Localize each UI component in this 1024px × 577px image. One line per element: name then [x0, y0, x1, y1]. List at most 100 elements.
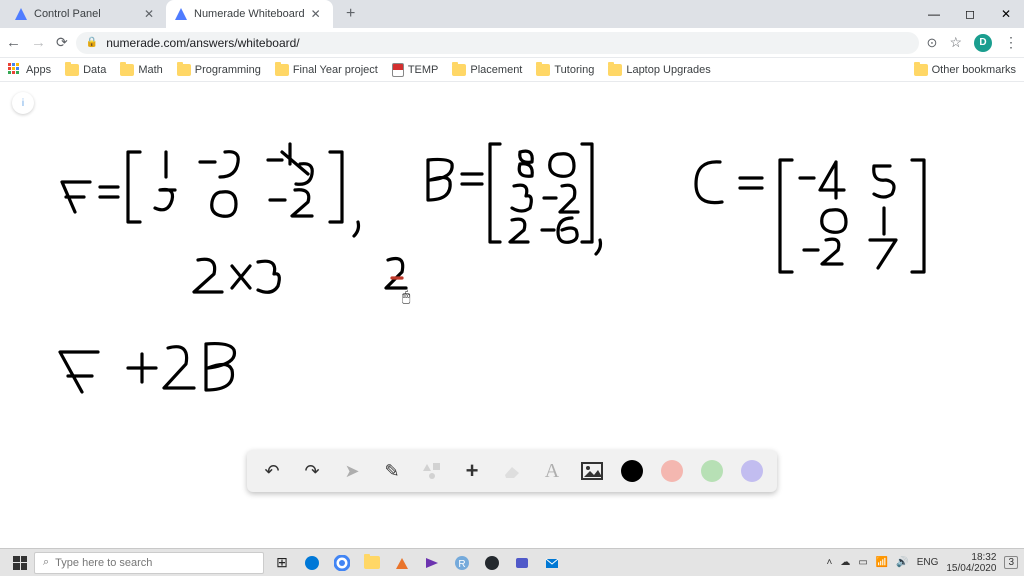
app-vscode-icon[interactable]	[418, 549, 446, 577]
other-bookmarks[interactable]: Other bookmarks	[914, 64, 1016, 76]
volume-icon[interactable]: 🔊	[896, 557, 908, 568]
search-lens-icon[interactable]: ⊙	[927, 35, 938, 51]
app-teams-icon[interactable]	[508, 549, 536, 577]
wifi-icon[interactable]: 📶	[876, 557, 888, 568]
color-swatch-purple[interactable]	[741, 460, 763, 482]
search-icon: ⌕	[43, 556, 49, 569]
windows-logo-icon	[13, 556, 27, 570]
matrix-c-rows	[800, 162, 896, 268]
add-tool[interactable]: +	[461, 460, 483, 482]
search-placeholder: Type here to search	[55, 557, 152, 569]
browser-toolbar: ← → ⟳ 🔒 numerade.com/answers/whiteboard/…	[0, 28, 1024, 58]
forward-button[interactable]: →	[31, 34, 46, 51]
onedrive-icon[interactable]: ☁	[840, 557, 850, 568]
comma	[596, 240, 601, 254]
app-github-icon[interactable]	[478, 549, 506, 577]
redo-button[interactable]: ↷	[301, 460, 323, 482]
system-tray: ˄ ☁ ▭ 📶 🔊 ENG 18:32 15/04/2020 3	[827, 552, 1019, 574]
bookmark-folder-laptop-upgrades[interactable]: Laptop Upgrades	[608, 64, 710, 76]
lock-icon: 🔒	[86, 37, 98, 48]
text-tool[interactable]: A	[541, 460, 563, 482]
new-tab-button[interactable]: +	[339, 2, 363, 26]
folder-icon	[177, 64, 191, 76]
back-button[interactable]: ←	[6, 34, 21, 51]
eraser-tool[interactable]	[501, 460, 523, 482]
folder-icon	[275, 64, 289, 76]
matrix-a-row2	[155, 189, 312, 216]
image-tool[interactable]	[581, 460, 603, 482]
app-explorer-icon[interactable]	[358, 549, 386, 577]
windows-taskbar: ⌕ Type here to search ⊞ R ˄ ☁ ▭ 📶 🔊 ENG …	[0, 548, 1024, 576]
bookmark-folder-final-year-project[interactable]: Final Year project	[275, 64, 378, 76]
bookmark-temp[interactable]: TEMP	[392, 63, 439, 77]
folder-icon	[914, 64, 928, 76]
apps-label: Apps	[26, 64, 51, 76]
svg-text:R: R	[458, 559, 465, 570]
expr-a-plus-2b	[60, 344, 234, 392]
comma	[354, 222, 359, 236]
close-icon[interactable]: ✕	[144, 8, 156, 20]
reload-button[interactable]: ⟳	[56, 34, 68, 51]
taskbar-search[interactable]: ⌕ Type here to search	[34, 552, 264, 574]
color-swatch-pink[interactable]	[661, 460, 683, 482]
app-matlab-icon[interactable]	[388, 549, 416, 577]
color-swatch-black[interactable]	[621, 460, 643, 482]
bookmark-folder-data[interactable]: Data	[65, 64, 106, 76]
matrix-b-rows	[510, 151, 578, 242]
tab-control-panel[interactable]: Control Panel ✕	[6, 0, 166, 28]
tray-overflow-icon[interactable]: ˄	[827, 557, 833, 568]
battery-icon[interactable]: ▭	[858, 557, 867, 568]
start-button[interactable]	[6, 549, 34, 577]
tab-numerade-whiteboard[interactable]: Numerade Whiteboard ✕	[166, 0, 333, 28]
pen-tool[interactable]: ✎	[381, 460, 403, 482]
url-text: numerade.com/answers/whiteboard/	[106, 36, 299, 50]
page-content: i	[0, 82, 1024, 526]
taskbar-clock[interactable]: 18:32 15/04/2020	[946, 552, 996, 574]
bookmark-folder-tutoring[interactable]: Tutoring	[536, 64, 594, 76]
bookmark-folder-programming[interactable]: Programming	[177, 64, 261, 76]
notifications-icon[interactable]: 3	[1004, 556, 1018, 569]
menu-button[interactable]: ⋮	[1004, 34, 1018, 51]
tab-strip: Control Panel ✕ Numerade Whiteboard ✕ +	[0, 0, 363, 28]
numerade-favicon-icon	[174, 7, 188, 21]
minimize-button[interactable]: —	[916, 0, 952, 28]
apps-button[interactable]: Apps	[8, 63, 51, 77]
pointer-tool[interactable]: ➤	[341, 460, 363, 482]
task-view-icon[interactable]: ⊞	[268, 549, 296, 577]
bookmark-folder-math[interactable]: Math	[120, 64, 162, 76]
temp-icon	[392, 63, 404, 77]
close-icon[interactable]: ✕	[311, 8, 323, 20]
app-mail-icon[interactable]	[538, 549, 566, 577]
address-bar[interactable]: 🔒 numerade.com/answers/whiteboard/	[76, 32, 919, 54]
dim-label-2x3	[194, 259, 279, 292]
folder-icon	[536, 64, 550, 76]
clock-time: 18:32	[946, 552, 996, 563]
language-indicator[interactable]: ENG	[917, 557, 939, 568]
browser-titlebar: Control Panel ✕ Numerade Whiteboard ✕ + …	[0, 0, 1024, 28]
lone-two	[386, 259, 406, 289]
profile-avatar[interactable]: D	[974, 34, 992, 52]
app-edge-icon[interactable]	[298, 549, 326, 577]
window-controls: — ◻ ✕	[916, 0, 1024, 28]
folder-icon	[452, 64, 466, 76]
tab-title: Numerade Whiteboard	[194, 8, 305, 20]
undo-button[interactable]: ↶	[261, 460, 283, 482]
toolbar-right: ⊙ ☆ D ⋮	[927, 34, 1018, 52]
mouse-cursor-icon: 🖱	[402, 288, 410, 305]
close-window-button[interactable]: ✕	[988, 0, 1024, 28]
numerade-favicon-icon	[14, 7, 28, 21]
apps-grid-icon	[8, 63, 22, 77]
folder-icon	[120, 64, 134, 76]
expr-C-equals	[696, 162, 762, 203]
taskbar-apps: ⊞ R	[268, 549, 566, 577]
color-swatch-green[interactable]	[701, 460, 723, 482]
bookmark-star-icon[interactable]: ☆	[949, 34, 962, 51]
expr-A-equals	[62, 182, 118, 212]
app-rstudio-icon[interactable]: R	[448, 549, 476, 577]
maximize-button[interactable]: ◻	[952, 0, 988, 28]
shapes-tool[interactable]	[421, 460, 443, 482]
bookmark-folder-placement[interactable]: Placement	[452, 64, 522, 76]
app-chrome-icon[interactable]	[328, 549, 356, 577]
whiteboard-toolbar: ↶ ↷ ➤ ✎ + A	[247, 450, 777, 492]
matrix-b-brackets	[490, 144, 592, 242]
